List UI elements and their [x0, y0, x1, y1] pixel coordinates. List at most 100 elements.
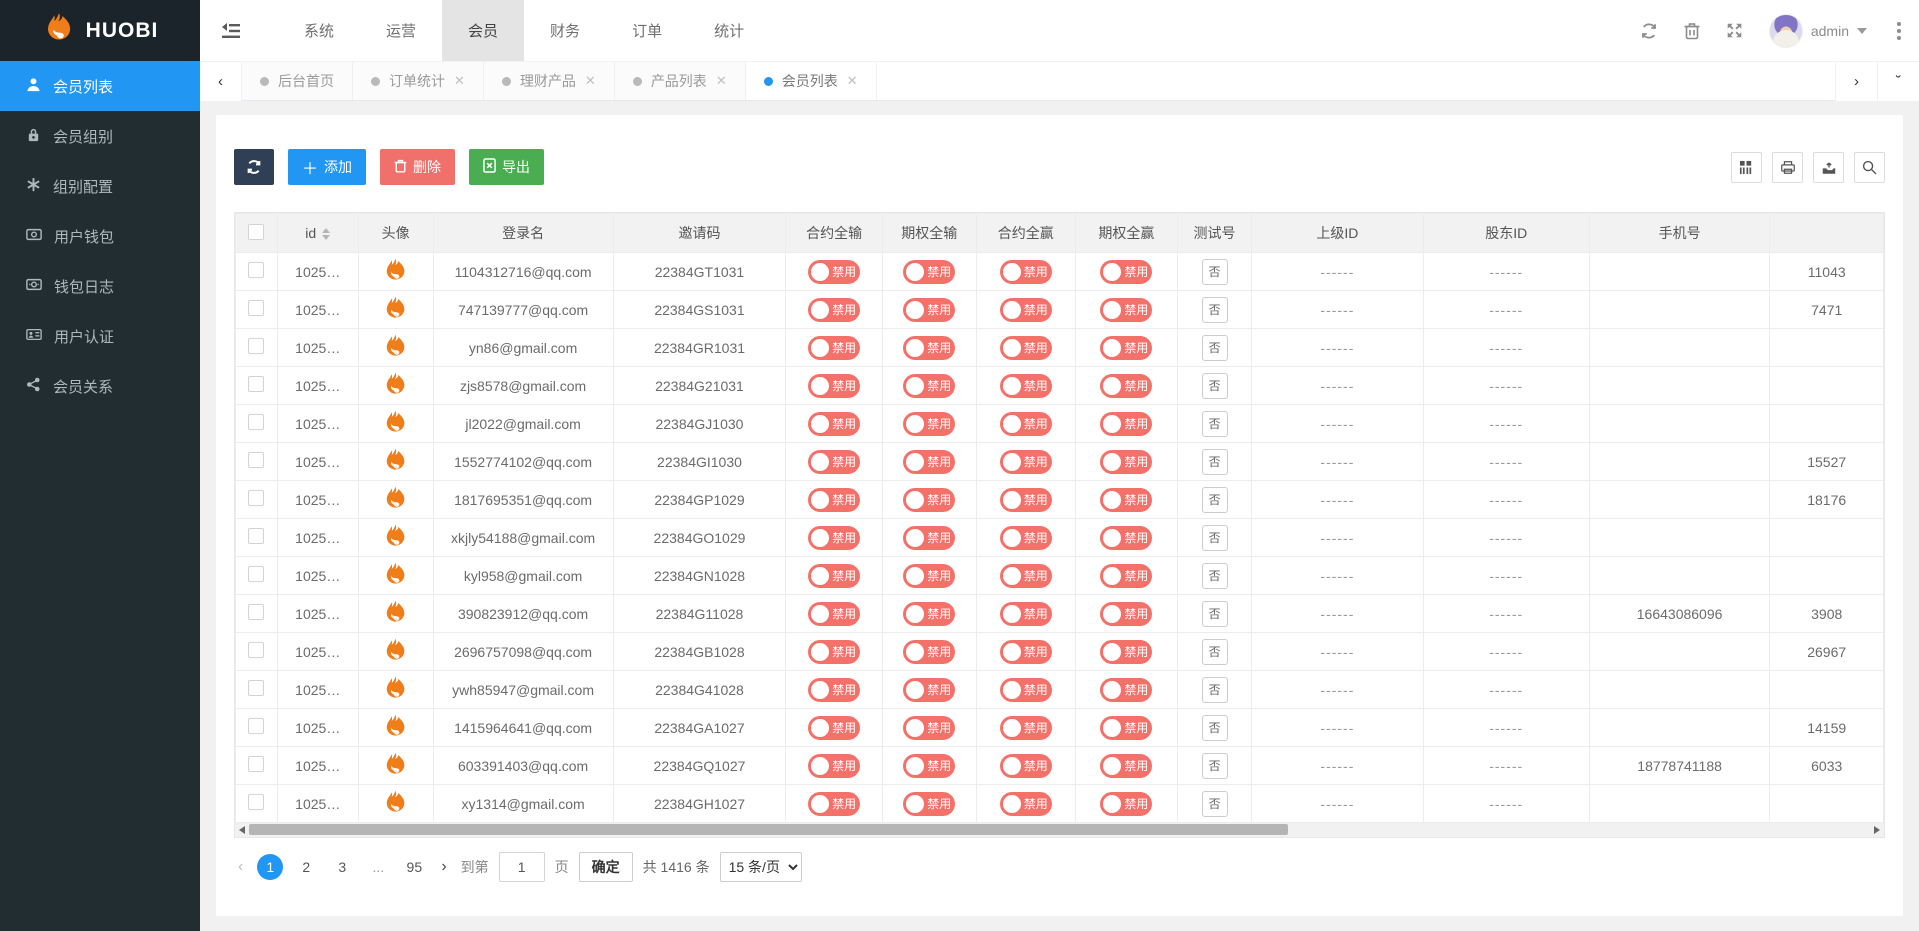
print-icon[interactable] — [1772, 152, 1803, 183]
scroll-right-arrow-icon[interactable] — [1874, 826, 1880, 834]
status-toggle[interactable]: 禁用 — [903, 298, 955, 322]
status-toggle[interactable]: 禁用 — [903, 260, 955, 284]
status-toggle[interactable]: 禁用 — [808, 260, 860, 284]
status-toggle[interactable]: 禁用 — [808, 678, 860, 702]
row-checkbox[interactable] — [248, 262, 264, 278]
status-toggle[interactable]: 禁用 — [1000, 564, 1052, 588]
page-number-1[interactable]: 1 — [257, 854, 283, 880]
more-options-icon[interactable] — [1893, 18, 1905, 44]
column-header-0[interactable]: id — [277, 214, 358, 253]
status-toggle[interactable]: 禁用 — [1100, 260, 1152, 284]
status-toggle[interactable]: 禁用 — [903, 526, 955, 550]
row-checkbox[interactable] — [248, 452, 264, 468]
status-toggle[interactable]: 禁用 — [808, 602, 860, 626]
row-checkbox[interactable] — [248, 794, 264, 810]
tab-1[interactable]: 订单统计✕ — [353, 62, 484, 100]
status-toggle[interactable]: 禁用 — [1000, 450, 1052, 474]
top-menu-item-0[interactable]: 系统 — [278, 0, 360, 61]
status-toggle[interactable]: 禁用 — [1000, 526, 1052, 550]
status-toggle[interactable]: 禁用 — [903, 716, 955, 740]
status-toggle[interactable]: 禁用 — [808, 450, 860, 474]
status-toggle[interactable]: 禁用 — [808, 792, 860, 816]
scrollbar-thumb[interactable] — [249, 824, 1288, 835]
tab-close-icon[interactable]: ✕ — [716, 73, 727, 89]
export-button[interactable]: 导出 — [469, 149, 544, 185]
top-menu-item-4[interactable]: 订单 — [606, 0, 688, 61]
status-toggle[interactable]: 禁用 — [1100, 412, 1152, 436]
select-all-checkbox[interactable] — [248, 224, 264, 240]
status-toggle[interactable]: 禁用 — [808, 754, 860, 778]
top-menu-item-5[interactable]: 统计 — [688, 0, 770, 61]
user-menu[interactable]: admin — [1769, 14, 1867, 48]
next-page-icon[interactable]: › — [437, 858, 450, 876]
page-number-95[interactable]: 95 — [401, 854, 427, 880]
sidebar-item-0[interactable]: 会员列表 — [0, 61, 200, 111]
test-account-badge[interactable]: 否 — [1202, 449, 1228, 475]
row-checkbox[interactable] — [248, 718, 264, 734]
status-toggle[interactable]: 禁用 — [808, 716, 860, 740]
row-checkbox[interactable] — [248, 566, 264, 582]
status-toggle[interactable]: 禁用 — [1000, 260, 1052, 284]
status-toggle[interactable]: 禁用 — [903, 374, 955, 398]
status-toggle[interactable]: 禁用 — [1000, 640, 1052, 664]
status-toggle[interactable]: 禁用 — [1000, 754, 1052, 778]
scroll-left-arrow-icon[interactable] — [239, 826, 245, 834]
status-toggle[interactable]: 禁用 — [808, 298, 860, 322]
tab-2[interactable]: 理财产品✕ — [484, 62, 615, 100]
export-data-icon[interactable] — [1813, 152, 1844, 183]
sort-icon[interactable] — [322, 228, 330, 240]
horizontal-scrollbar[interactable] — [234, 823, 1885, 838]
tabs-scroll-right-icon[interactable]: › — [1835, 62, 1877, 101]
status-toggle[interactable]: 禁用 — [1100, 526, 1152, 550]
page-number-3[interactable]: 3 — [329, 854, 355, 880]
row-checkbox[interactable] — [248, 756, 264, 772]
page-number-2[interactable]: 2 — [293, 854, 319, 880]
status-toggle[interactable]: 禁用 — [1100, 374, 1152, 398]
status-toggle[interactable]: 禁用 — [903, 602, 955, 626]
status-toggle[interactable]: 禁用 — [808, 640, 860, 664]
status-toggle[interactable]: 禁用 — [903, 488, 955, 512]
delete-button[interactable]: 删除 — [380, 149, 455, 185]
status-toggle[interactable]: 禁用 — [903, 412, 955, 436]
status-toggle[interactable]: 禁用 — [808, 412, 860, 436]
status-toggle[interactable]: 禁用 — [1100, 298, 1152, 322]
status-toggle[interactable]: 禁用 — [903, 678, 955, 702]
tab-3[interactable]: 产品列表✕ — [615, 62, 746, 100]
status-toggle[interactable]: 禁用 — [808, 526, 860, 550]
status-toggle[interactable]: 禁用 — [1000, 602, 1052, 626]
sidebar-item-1[interactable]: 会员组别 — [0, 111, 200, 161]
status-toggle[interactable]: 禁用 — [1100, 450, 1152, 474]
trash-icon[interactable] — [1684, 22, 1700, 40]
test-account-badge[interactable]: 否 — [1202, 259, 1228, 285]
test-account-badge[interactable]: 否 — [1202, 677, 1228, 703]
status-toggle[interactable]: 禁用 — [1100, 792, 1152, 816]
top-menu-item-3[interactable]: 财务 — [524, 0, 606, 61]
status-toggle[interactable]: 禁用 — [903, 450, 955, 474]
tab-close-icon[interactable]: ✕ — [585, 73, 596, 89]
status-toggle[interactable]: 禁用 — [808, 564, 860, 588]
status-toggle[interactable]: 禁用 — [1000, 336, 1052, 360]
sidebar-toggle-icon[interactable] — [200, 23, 260, 39]
status-toggle[interactable]: 禁用 — [903, 336, 955, 360]
status-toggle[interactable]: 禁用 — [1100, 754, 1152, 778]
test-account-badge[interactable]: 否 — [1202, 335, 1228, 361]
status-toggle[interactable]: 禁用 — [1100, 564, 1152, 588]
tab-0[interactable]: 后台首页 — [242, 62, 353, 100]
fullscreen-icon[interactable] — [1726, 22, 1743, 39]
test-account-badge[interactable]: 否 — [1202, 525, 1228, 551]
status-toggle[interactable]: 禁用 — [1000, 488, 1052, 512]
sidebar-item-5[interactable]: 用户认证 — [0, 311, 200, 361]
page-size-select[interactable]: 15 条/页 — [720, 852, 802, 882]
row-checkbox[interactable] — [248, 338, 264, 354]
row-checkbox[interactable] — [248, 642, 264, 658]
row-checkbox[interactable] — [248, 300, 264, 316]
test-account-badge[interactable]: 否 — [1202, 601, 1228, 627]
refresh-table-button[interactable] — [234, 149, 274, 185]
status-toggle[interactable]: 禁用 — [1100, 640, 1152, 664]
test-account-badge[interactable]: 否 — [1202, 715, 1228, 741]
tabs-scroll-left-icon[interactable]: ‹ — [200, 62, 242, 101]
row-checkbox[interactable] — [248, 604, 264, 620]
status-toggle[interactable]: 禁用 — [1000, 678, 1052, 702]
test-account-badge[interactable]: 否 — [1202, 297, 1228, 323]
refresh-icon[interactable] — [1640, 22, 1658, 40]
